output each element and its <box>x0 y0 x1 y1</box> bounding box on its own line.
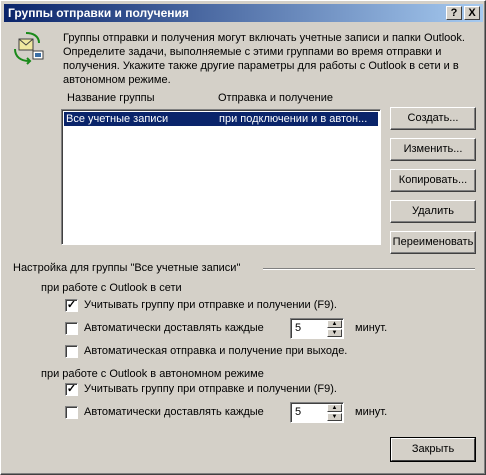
spin-up-icon[interactable]: ▲ <box>327 320 342 328</box>
spin-down-icon[interactable]: ▼ <box>327 329 342 337</box>
online-include-checkbox[interactable]: ✓ <box>65 299 78 312</box>
list-item-when: при подключении и в автон... <box>219 113 368 125</box>
online-section-label: при работе с Outlook в сети <box>41 282 182 294</box>
online-auto-checkbox[interactable] <box>65 322 78 335</box>
column-header-group-name[interactable]: Название группы <box>67 92 155 104</box>
offline-minutes-value[interactable]: 5 <box>295 406 301 418</box>
offline-minutes-unit: минут. <box>355 406 388 418</box>
title-bar[interactable]: Группы отправки и получения ? X <box>4 4 483 22</box>
rename-button[interactable]: Переименовать <box>390 231 476 254</box>
group-divider <box>263 268 475 270</box>
offline-section-label: при работе с Outlook в автономном режиме <box>41 368 264 380</box>
send-receive-icon <box>11 31 47 65</box>
help-button[interactable]: ? <box>446 6 462 20</box>
online-auto-label[interactable]: Автоматически доставлять каждые <box>84 322 264 334</box>
offline-auto-label[interactable]: Автоматически доставлять каждые <box>84 406 264 418</box>
online-include-label[interactable]: Учитывать группу при отправке и получени… <box>84 299 337 311</box>
edit-button[interactable]: Изменить... <box>390 138 476 161</box>
groups-list[interactable]: Все учетные записи при подключении и в а… <box>61 109 381 245</box>
online-on-exit-checkbox[interactable] <box>65 345 78 358</box>
list-item[interactable]: Все учетные записи при подключении и в а… <box>64 112 378 126</box>
create-button[interactable]: Создать... <box>390 107 476 130</box>
online-minutes-spinner[interactable]: 5 ▲ ▼ <box>290 318 344 339</box>
copy-button[interactable]: Копировать... <box>390 169 476 192</box>
intro-text: Группы отправки и получения могут включа… <box>63 32 465 86</box>
send-receive-groups-dialog: Группы отправки и получения ? X Группы о… <box>0 0 486 475</box>
online-on-exit-label[interactable]: Автоматическая отправка и получение при … <box>84 345 347 357</box>
window-title: Группы отправки и получения <box>8 6 189 20</box>
list-item-name: Все учетные записи <box>66 113 169 125</box>
close-button[interactable]: Закрыть <box>390 437 476 462</box>
spin-down-icon[interactable]: ▼ <box>327 413 342 421</box>
close-window-button[interactable]: X <box>464 6 480 20</box>
offline-include-label[interactable]: Учитывать группу при отправке и получени… <box>84 383 337 395</box>
delete-button[interactable]: Удалить <box>390 200 476 223</box>
online-minutes-unit: минут. <box>355 322 388 334</box>
close-button-label: Закрыть <box>411 443 455 455</box>
offline-include-checkbox[interactable]: ✓ <box>65 383 78 396</box>
offline-minutes-spinner[interactable]: 5 ▲ ▼ <box>290 402 344 423</box>
column-header-send-receive[interactable]: Отправка и получение <box>218 92 333 104</box>
online-minutes-value[interactable]: 5 <box>295 322 301 334</box>
spin-up-icon[interactable]: ▲ <box>327 404 342 412</box>
group-settings-title: Настройка для группы "Все учетные записи… <box>13 262 241 274</box>
offline-auto-checkbox[interactable] <box>65 406 78 419</box>
